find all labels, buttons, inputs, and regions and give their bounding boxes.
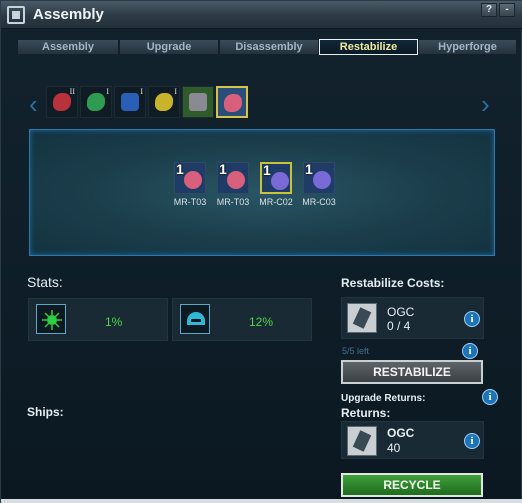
rank-label: I bbox=[106, 87, 109, 96]
window-title: Assembly bbox=[33, 6, 104, 23]
returns-heading: Returns: bbox=[341, 406, 391, 420]
panel-item-selected[interactable]: 1 MR-C02 bbox=[259, 162, 293, 207]
cyan-helmet-icon bbox=[180, 304, 210, 334]
item-label: MR-T03 bbox=[173, 197, 207, 207]
purple-ring-module-icon bbox=[313, 171, 331, 189]
red-module-icon bbox=[53, 93, 71, 111]
tab-bar: Assembly Upgrade Disassembly Restabilize… bbox=[17, 39, 517, 55]
ships-label: Ships: bbox=[27, 405, 64, 419]
panel-item[interactable]: 1 MR-C03 bbox=[302, 161, 336, 207]
stat-card: 12% bbox=[172, 298, 312, 341]
stats-label: Stats: bbox=[27, 274, 63, 290]
bottom-edge bbox=[1, 499, 522, 503]
recycle-button[interactable]: RECYCLE bbox=[341, 473, 483, 497]
purple-ring-module-icon bbox=[271, 172, 289, 190]
cost-item: OGC 0 / 4 i bbox=[341, 297, 484, 339]
info-icon[interactable]: i bbox=[462, 343, 478, 359]
item-count: 1 bbox=[263, 162, 271, 178]
restabilize-costs-heading: Restabilize Costs: bbox=[341, 276, 445, 290]
tab-assembly[interactable]: Assembly bbox=[17, 39, 119, 55]
strip-item[interactable]: II bbox=[46, 86, 78, 118]
cost-amount: 0 / 4 bbox=[387, 319, 411, 333]
restabilize-panel: 1 MR-T03 1 MR-T03 1 MR-C02 1 MR-C03 bbox=[29, 129, 495, 256]
grey-turret-icon bbox=[189, 93, 207, 111]
info-icon[interactable]: i bbox=[464, 433, 480, 449]
info-icon[interactable]: i bbox=[464, 311, 480, 327]
upgrade-returns-label: Upgrade Returns: bbox=[341, 393, 426, 404]
panel-item[interactable]: 1 MR-T03 bbox=[174, 161, 207, 207]
strip-left-arrow-icon[interactable]: ‹ bbox=[29, 91, 41, 117]
tab-restabilize[interactable]: Restabilize bbox=[319, 39, 418, 55]
pink-ring-module-icon bbox=[227, 171, 245, 189]
stat-value: 1% bbox=[105, 315, 123, 329]
uses-left-text: 5/5 left bbox=[342, 346, 370, 356]
tab-disassembly[interactable]: Disassembly bbox=[219, 39, 319, 55]
item-label: MR-C02 bbox=[259, 197, 293, 207]
blue-engine-icon bbox=[121, 93, 139, 111]
item-slot[interactable]: 1 bbox=[303, 161, 335, 194]
green-module-icon bbox=[87, 93, 105, 111]
tab-hyperforge[interactable]: Hyperforge bbox=[418, 39, 517, 55]
item-label: MR-C03 bbox=[302, 197, 336, 207]
info-icon[interactable]: i bbox=[482, 389, 498, 405]
assembly-icon bbox=[7, 6, 25, 24]
panel-item[interactable]: 1 MR-T03 bbox=[217, 161, 250, 207]
strip-item-selected[interactable] bbox=[216, 86, 248, 118]
item-count: 1 bbox=[219, 161, 227, 177]
panel-item-list: 1 MR-T03 1 MR-T03 1 MR-C02 1 MR-C03 bbox=[174, 161, 336, 207]
item-slot[interactable]: 1 bbox=[217, 161, 249, 194]
ogc-icon bbox=[347, 426, 377, 456]
tab-upgrade[interactable]: Upgrade bbox=[119, 39, 219, 55]
rank-label: I bbox=[174, 87, 177, 96]
title-bar[interactable]: Assembly ? - bbox=[1, 1, 522, 29]
pink-ring-module-icon bbox=[224, 94, 242, 112]
return-item: OGC 40 i bbox=[341, 421, 484, 459]
rank-label: I bbox=[140, 87, 143, 96]
help-button[interactable]: ? bbox=[481, 3, 497, 17]
strip-item[interactable]: I bbox=[114, 86, 146, 118]
strip-item[interactable]: I bbox=[80, 86, 112, 118]
item-slot[interactable]: 1 bbox=[260, 162, 292, 194]
strip-item[interactable] bbox=[182, 86, 214, 118]
return-item-name: OGC bbox=[387, 426, 415, 440]
item-count: 1 bbox=[176, 161, 184, 177]
stat-card: 1% bbox=[28, 298, 168, 341]
cost-item-name: OGC bbox=[387, 305, 415, 319]
yellow-module-icon bbox=[155, 93, 173, 111]
green-bug-icon bbox=[36, 304, 66, 334]
strip-right-arrow-icon[interactable]: › bbox=[481, 91, 493, 117]
item-strip: II I I I bbox=[46, 86, 248, 118]
restabilize-button[interactable]: RESTABILIZE bbox=[341, 360, 483, 384]
minimize-button[interactable]: - bbox=[499, 3, 515, 17]
rank-label: II bbox=[69, 87, 75, 96]
assembly-window: Assembly ? - Assembly Upgrade Disassembl… bbox=[0, 0, 522, 503]
ogc-icon bbox=[347, 303, 377, 333]
return-amount: 40 bbox=[387, 441, 401, 455]
item-label: MR-T03 bbox=[216, 197, 250, 207]
stat-value: 12% bbox=[249, 315, 274, 329]
pink-ring-module-icon bbox=[184, 171, 202, 189]
item-count: 1 bbox=[305, 161, 313, 177]
strip-item[interactable]: I bbox=[148, 86, 180, 118]
item-slot[interactable]: 1 bbox=[174, 161, 206, 194]
